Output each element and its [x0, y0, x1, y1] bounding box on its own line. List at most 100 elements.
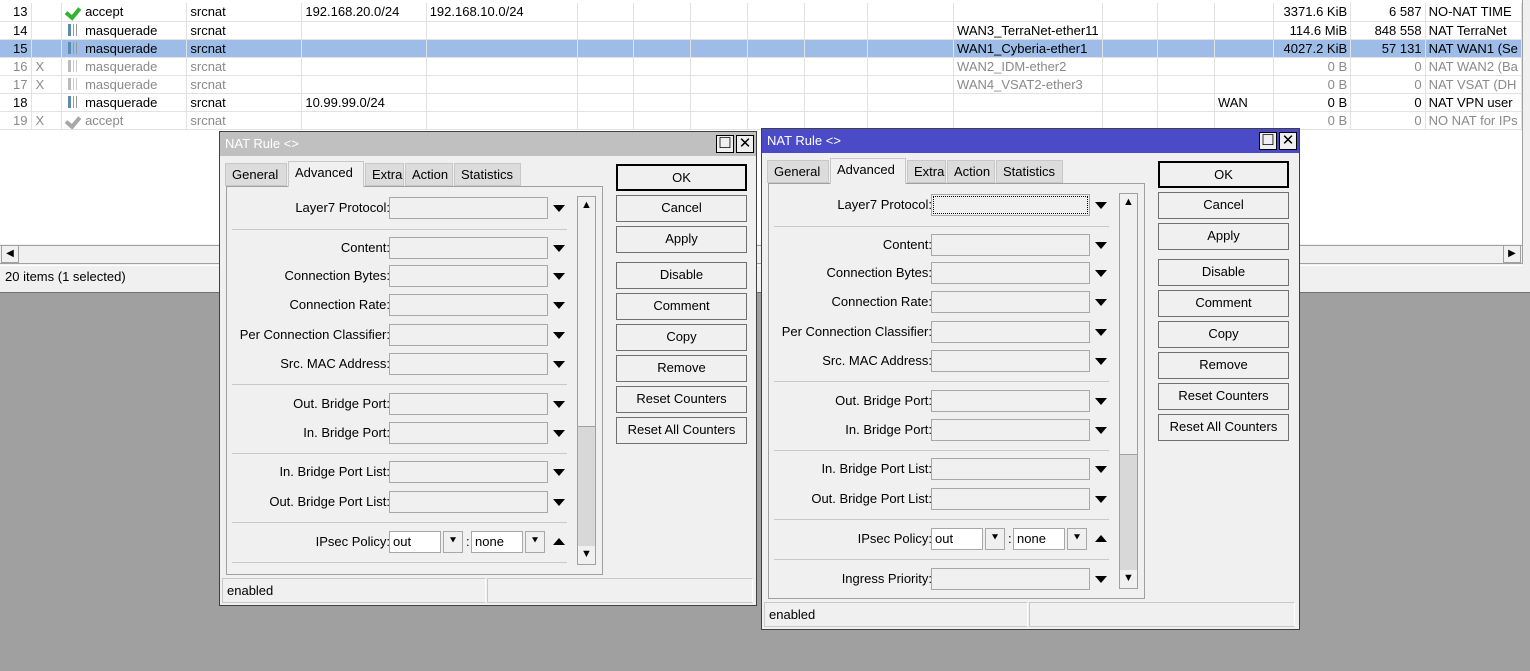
reset-all-counters-button[interactable]: Reset All Counters: [616, 417, 747, 444]
copy-button[interactable]: Copy: [1158, 321, 1289, 348]
tab-general[interactable]: General: [225, 163, 287, 186]
close-icon[interactable]: ✕: [1279, 132, 1297, 150]
dropdown-arrow-icon[interactable]: [553, 302, 565, 309]
layer7-protocol-input[interactable]: [389, 197, 548, 219]
scroll-right-icon[interactable]: ▶: [1503, 245, 1521, 263]
dropdown-arrow-icon[interactable]: [553, 245, 565, 252]
dropdown-arrow-icon[interactable]: [1095, 496, 1107, 503]
dropdown-arrow-icon[interactable]: [553, 401, 565, 408]
tab-statistics[interactable]: Statistics: [454, 163, 521, 186]
collapse-up-icon[interactable]: [553, 538, 565, 545]
ipsec-direction-select[interactable]: out: [931, 528, 983, 550]
apply-button[interactable]: Apply: [616, 226, 747, 253]
comment-button[interactable]: Comment: [1158, 290, 1289, 317]
out-bridge-port-input[interactable]: [389, 393, 548, 415]
scroll-down-icon[interactable]: ▼: [1120, 570, 1137, 588]
out-bridge-port-list-input[interactable]: [389, 491, 548, 513]
disable-button[interactable]: Disable: [616, 262, 747, 289]
dropdown-arrow-icon[interactable]: [1095, 466, 1107, 473]
scrollbar-thumb[interactable]: [1120, 212, 1137, 455]
cancel-button[interactable]: Cancel: [1158, 192, 1289, 219]
table-row[interactable]: 14 masquerade srcnat WAN3_TerraNet-ether11 1…: [0, 21, 1522, 40]
dropdown-arrow-icon[interactable]: [1095, 299, 1107, 306]
in-bridge-port-input[interactable]: [389, 422, 548, 444]
src-mac-address-input[interactable]: [389, 353, 548, 375]
tab-action[interactable]: Action: [947, 160, 995, 183]
scroll-left-icon[interactable]: ◀: [1, 245, 19, 263]
dialog-title-bar[interactable]: NAT Rule <> ☐ ✕: [220, 132, 756, 156]
per-connection-classifier-input[interactable]: [389, 324, 548, 346]
maximize-icon[interactable]: ☐: [1259, 132, 1277, 150]
connection-rate-input[interactable]: [931, 291, 1090, 313]
ipsec-direction-select[interactable]: out: [389, 531, 441, 553]
dropdown-arrow-icon[interactable]: [553, 273, 565, 280]
dropdown-arrow-icon[interactable]: [553, 332, 565, 339]
ipsec-policy-select[interactable]: none: [1013, 528, 1065, 550]
tab-general[interactable]: General: [767, 160, 829, 183]
dropdown-arrow-icon[interactable]: ⯆: [1067, 528, 1087, 550]
dropdown-arrow-icon[interactable]: ⯆: [525, 531, 545, 553]
apply-button[interactable]: Apply: [1158, 223, 1289, 250]
in-bridge-port-list-input[interactable]: [931, 458, 1090, 480]
tab-extra[interactable]: Extra: [907, 160, 946, 183]
layer7-protocol-input[interactable]: [931, 194, 1090, 216]
src-mac-address-input[interactable]: [931, 350, 1090, 372]
remove-button[interactable]: Remove: [1158, 352, 1289, 379]
comment-button[interactable]: Comment: [616, 293, 747, 320]
dropdown-arrow-icon[interactable]: [553, 430, 565, 437]
dropdown-arrow-icon[interactable]: [1095, 576, 1107, 583]
ok-button[interactable]: OK: [1158, 161, 1289, 188]
dropdown-arrow-icon[interactable]: [553, 205, 565, 212]
dropdown-arrow-icon[interactable]: [1095, 270, 1107, 277]
close-icon[interactable]: ✕: [736, 135, 754, 153]
collapse-up-icon[interactable]: [1095, 535, 1107, 542]
remove-button[interactable]: Remove: [616, 355, 747, 382]
tab-advanced[interactable]: Advanced: [288, 161, 364, 187]
maximize-icon[interactable]: ☐: [716, 135, 734, 153]
reset-all-counters-button[interactable]: Reset All Counters: [1158, 414, 1289, 441]
dropdown-arrow-icon[interactable]: ⯆: [443, 531, 463, 553]
scroll-up-icon[interactable]: ▲: [1120, 194, 1137, 212]
out-bridge-port-list-input[interactable]: [931, 488, 1090, 510]
table-row[interactable]: 17 Xmasquerade srcnat WAN4_VSAT2-ether3 0 B0…: [0, 75, 1522, 94]
table-row[interactable]: 19 Xaccept srcnat 0 B 0 NO NAT for IPs: [0, 111, 1522, 130]
table-row[interactable]: 13 accept srcnat 192.168.20.0/24 192.168.10.…: [0, 3, 1522, 22]
ingress-priority-input[interactable]: [931, 568, 1090, 590]
reset-counters-button[interactable]: Reset Counters: [1158, 383, 1289, 410]
table-row[interactable]: 15 masquerade srcnat WAN1_Cyberia-ether1 402…: [0, 39, 1522, 58]
scrollbar-thumb[interactable]: [578, 215, 595, 427]
dropdown-arrow-icon[interactable]: [553, 469, 565, 476]
content-input[interactable]: [389, 237, 548, 259]
connection-bytes-input[interactable]: [931, 262, 1090, 284]
table-row[interactable]: 16 Xmasquerade srcnat WAN2_IDM-ether2 0 B 0 NA…: [0, 57, 1522, 76]
dropdown-arrow-icon[interactable]: ⯆: [985, 528, 1005, 550]
ok-button[interactable]: OK: [616, 164, 747, 191]
dropdown-arrow-icon[interactable]: [1095, 398, 1107, 405]
tab-extra[interactable]: Extra: [365, 163, 404, 186]
scroll-down-icon[interactable]: ▼: [578, 546, 595, 564]
tab-statistics[interactable]: Statistics: [996, 160, 1063, 183]
dropdown-arrow-icon[interactable]: [1095, 329, 1107, 336]
dropdown-arrow-icon[interactable]: [1095, 242, 1107, 249]
ipsec-policy-select[interactable]: none: [471, 531, 523, 553]
out-bridge-port-input[interactable]: [931, 390, 1090, 412]
panel-scrollbar[interactable]: ▲ ▼: [577, 196, 596, 565]
reset-counters-button[interactable]: Reset Counters: [616, 386, 747, 413]
per-connection-classifier-input[interactable]: [931, 321, 1090, 343]
copy-button[interactable]: Copy: [616, 324, 747, 351]
dropdown-arrow-icon[interactable]: [553, 499, 565, 506]
in-bridge-port-input[interactable]: [931, 419, 1090, 441]
table-row[interactable]: 18 masquerade srcnat 10.99.99.0/24 WAN 0 B 0 NA…: [0, 93, 1522, 112]
dropdown-arrow-icon[interactable]: [1095, 427, 1107, 434]
tab-advanced[interactable]: Advanced: [830, 158, 906, 184]
panel-scrollbar[interactable]: ▲ ▼: [1119, 193, 1138, 589]
dropdown-arrow-icon[interactable]: [1095, 358, 1107, 365]
connection-bytes-input[interactable]: [389, 265, 548, 287]
in-bridge-port-list-input[interactable]: [389, 461, 548, 483]
tab-action[interactable]: Action: [405, 163, 453, 186]
vertical-scrollbar[interactable]: [1522, 0, 1530, 264]
disable-button[interactable]: Disable: [1158, 259, 1289, 286]
scroll-up-icon[interactable]: ▲: [578, 197, 595, 215]
dropdown-arrow-icon[interactable]: [553, 361, 565, 368]
connection-rate-input[interactable]: [389, 294, 548, 316]
